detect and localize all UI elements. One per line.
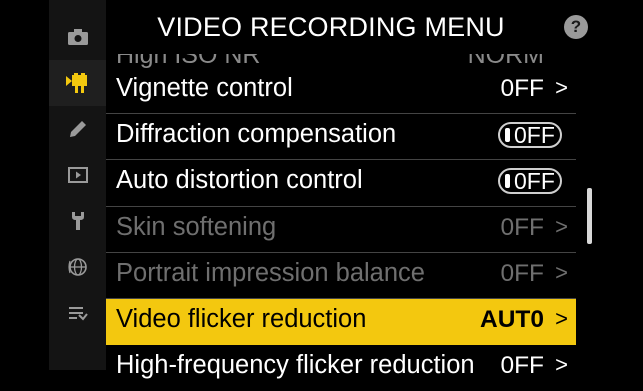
- tab-video-recording[interactable]: [49, 60, 106, 106]
- menu-item-value: 0FF: [500, 75, 544, 102]
- cutoff-list-item: High ISO NR NORM: [106, 54, 576, 68]
- chevron-right-icon: >: [555, 305, 568, 331]
- menu-item-diffraction-compensation[interactable]: Diffraction compensation 0FF: [106, 114, 576, 161]
- menu-screen: VIDEO RECORDING MENU ? High ISO NR NORM …: [49, 0, 602, 379]
- video-camera-icon: [65, 73, 87, 93]
- toggle-switch[interactable]: 0FF: [498, 122, 562, 149]
- menu-item-value: 0FF: [500, 213, 544, 241]
- toggle-value: 0FF: [514, 122, 555, 149]
- menu-item-label: Auto distortion control: [116, 166, 363, 195]
- scrollbar-thumb[interactable]: [587, 188, 592, 244]
- menu-list: Vignette control 0FF > Diffraction compe…: [106, 68, 576, 391]
- menu-item-skin-softening: Skin softening 0FF >: [106, 207, 576, 253]
- camera-icon: [67, 29, 88, 45]
- menu-item-label: Skin softening: [116, 212, 277, 241]
- menu-item-portrait-impression-balance: Portrait impression balance 0FF >: [106, 253, 576, 299]
- network-icon: [67, 258, 87, 276]
- menu-item-label: Video flicker reduction: [116, 304, 367, 333]
- tab-network[interactable]: [49, 244, 106, 290]
- chevron-right-icon: >: [555, 259, 568, 285]
- menu-item-value: 0FF: [500, 352, 544, 380]
- menu-header: VIDEO RECORDING MENU ?: [106, 0, 602, 54]
- menu-item-high-frequency-flicker-reduction[interactable]: High-frequency flicker reduction 0FF >: [106, 345, 576, 391]
- page-title: VIDEO RECORDING MENU: [157, 12, 505, 42]
- tab-photo-shooting[interactable]: [49, 14, 106, 60]
- toggle-value: 0FF: [514, 168, 555, 195]
- toggle-knob: [505, 174, 510, 189]
- wrench-icon: [71, 212, 84, 230]
- toggle-switch[interactable]: 0FF: [498, 168, 562, 195]
- toggle-knob: [505, 128, 510, 143]
- menu-item-auto-distortion-control[interactable]: Auto distortion control 0FF: [106, 160, 576, 207]
- menu-item-label: Portrait impression balance: [116, 258, 425, 287]
- menu-item-value: AUT0: [480, 305, 544, 333]
- tab-my-menu[interactable]: [49, 290, 106, 336]
- playback-icon: [67, 167, 88, 183]
- menu-item-label: High-frequency flicker reduction: [116, 351, 475, 380]
- chevron-right-icon: >: [555, 75, 568, 100]
- menu-tab-sidebar: [49, 0, 106, 370]
- menu-item-label: Diffraction compensation: [116, 120, 397, 149]
- help-icon[interactable]: ?: [564, 15, 588, 39]
- chevron-right-icon: >: [555, 352, 568, 378]
- menu-item-vignette-control[interactable]: Vignette control 0FF >: [106, 68, 576, 115]
- my-menu-icon: [68, 307, 88, 321]
- menu-item-video-flicker-reduction[interactable]: Video flicker reduction AUT0 >: [106, 298, 576, 346]
- cutoff-item-value: NORM: [467, 54, 544, 68]
- tab-playback[interactable]: [49, 152, 106, 198]
- tab-setup[interactable]: [49, 198, 106, 244]
- pencil-icon: [69, 121, 86, 137]
- menu-item-value: 0FF: [500, 259, 544, 287]
- cutoff-item-label: High ISO NR: [116, 54, 261, 68]
- chevron-right-icon: >: [555, 213, 568, 239]
- menu-item-label: Vignette control: [116, 74, 293, 102]
- tab-custom-settings[interactable]: [49, 106, 106, 152]
- scrollbar[interactable]: [587, 188, 592, 244]
